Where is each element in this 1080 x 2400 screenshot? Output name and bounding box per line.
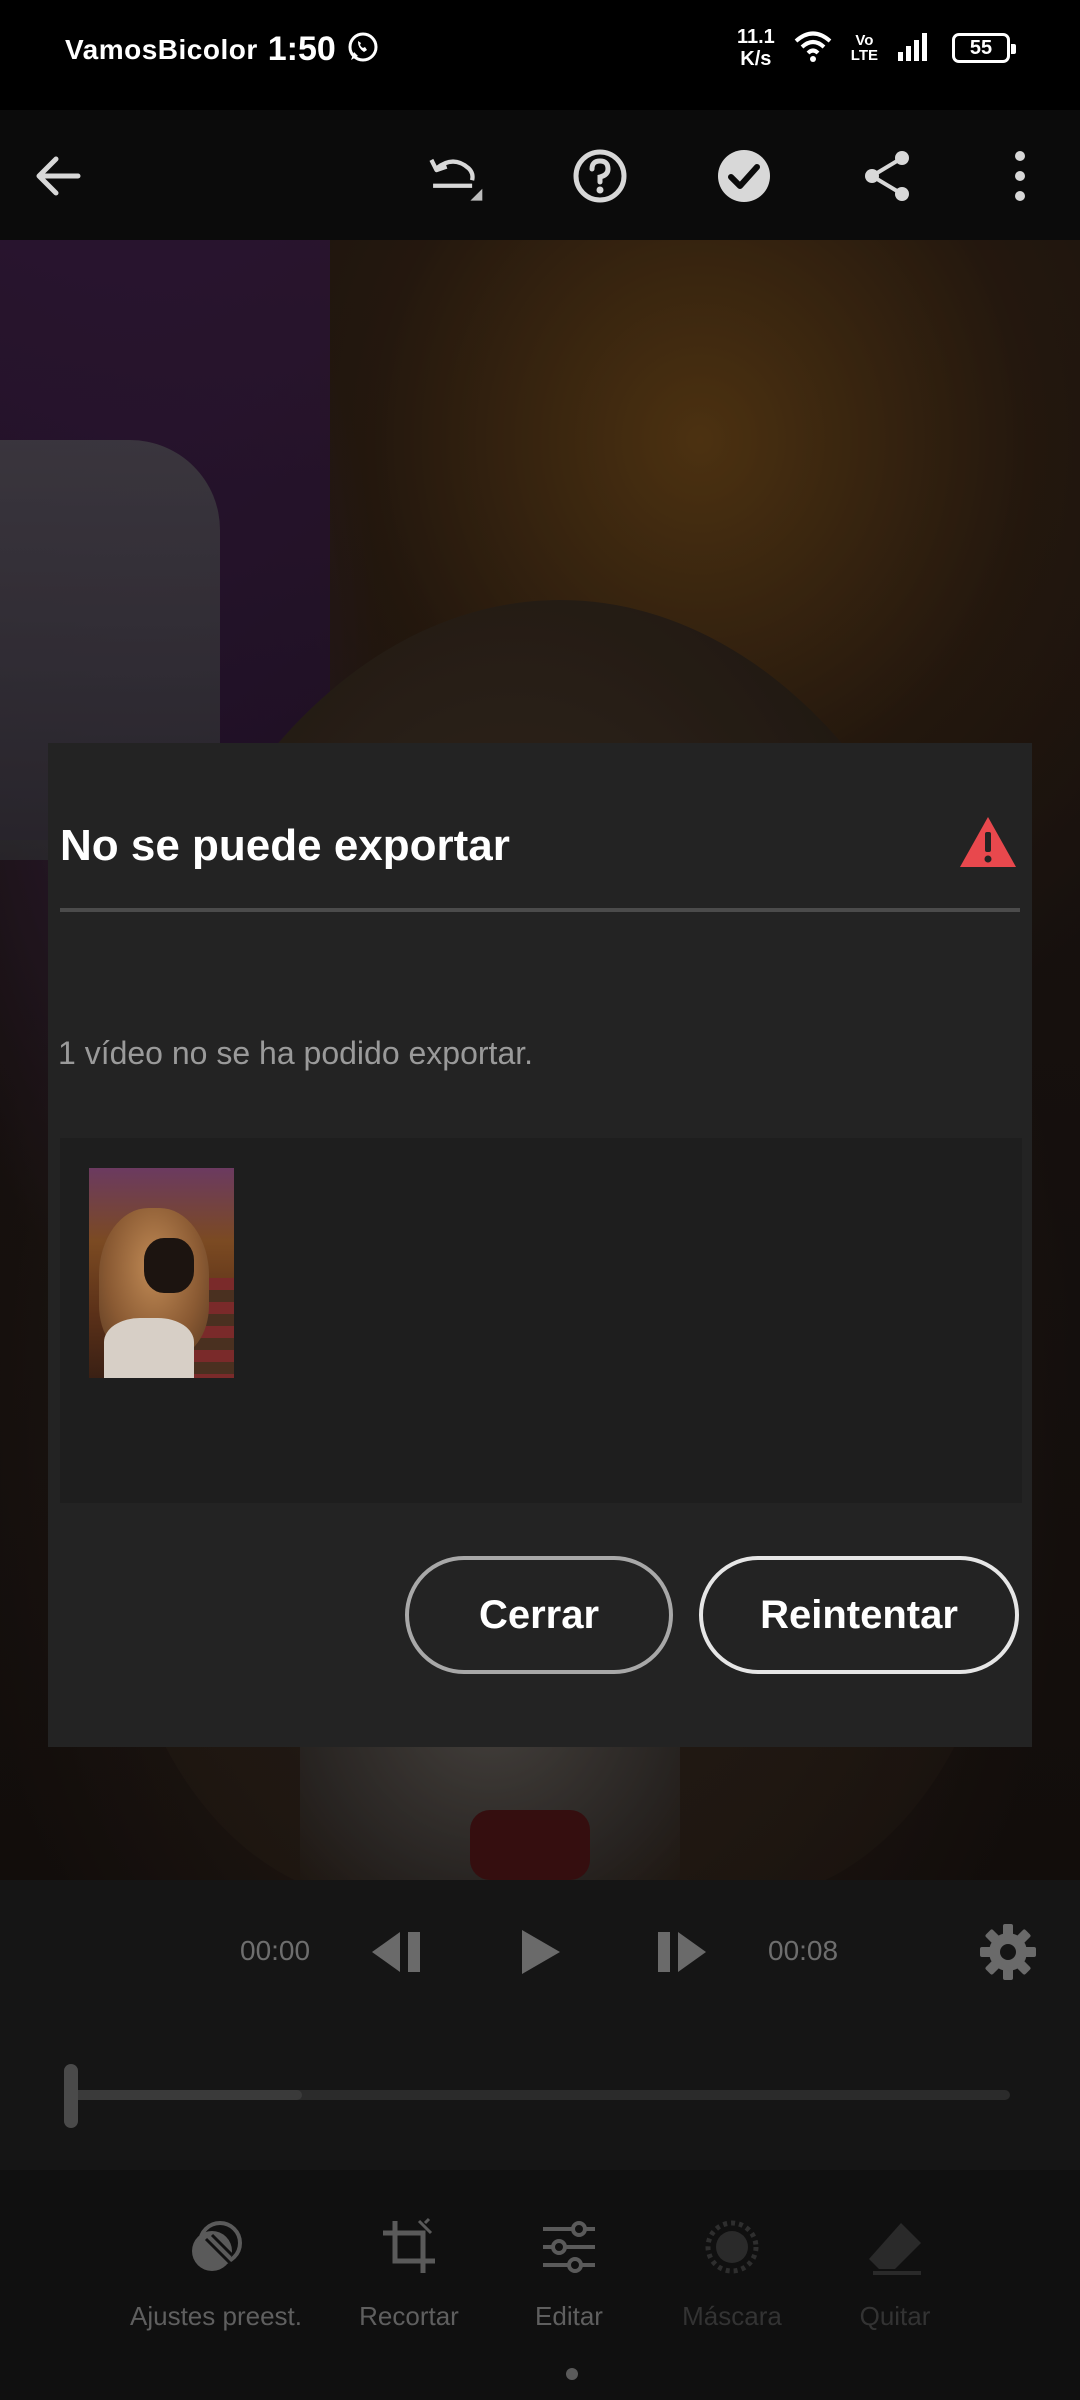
battery-icon: 55 (952, 33, 1016, 63)
warning-icon (958, 815, 1018, 869)
duration: 00:08 (768, 1935, 839, 1966)
status-left: VamosBicolor 1:50 (65, 30, 380, 69)
battery-level: 55 (969, 36, 993, 59)
help-icon[interactable] (572, 148, 628, 204)
video-player-controls: 00:00 00:08 (0, 1880, 1080, 2170)
dialog-divider (60, 908, 1020, 912)
thumbnail-dog-face (144, 1238, 194, 1293)
failed-video-thumbnail (89, 1168, 234, 1378)
next-frame-icon[interactable] (652, 1922, 712, 1982)
dialog-message: 1 vídeo no se ha podido exportar. (58, 1035, 534, 1071)
tool-remove: Quitar (795, 2215, 995, 2332)
volte-top: Vo (855, 32, 874, 49)
tool-label-remove: Quitar (859, 2301, 931, 2331)
scrubber-buffered (70, 2090, 302, 2100)
status-right: 11.1 K/s Vo LTE 55 (737, 26, 1016, 70)
clock: 1:50 (267, 30, 336, 68)
tool-label-mask: Máscara (682, 2301, 782, 2331)
mask-icon (700, 2215, 764, 2279)
back-arrow-icon[interactable] (30, 148, 86, 204)
speed-value: 11.1 (736, 26, 775, 48)
export-error-dialog: No se puede exportar 1 vídeo no se ha po… (48, 743, 1032, 1747)
bottom-tool-bar: Ajustes preest. Recortar Editar Máscara … (0, 2170, 1080, 2400)
failed-items-list (60, 1138, 1022, 1503)
speed-unit: K/s (740, 48, 772, 70)
top-toolbar (0, 110, 1080, 240)
signal-icon (896, 30, 934, 67)
close-button[interactable]: Cerrar (405, 1556, 673, 1674)
eraser-icon (863, 2215, 927, 2279)
network-speed: 11.1 K/s (737, 26, 775, 70)
status-bar: VamosBicolor 1:50 11.1 K/s Vo LTE 55 (0, 0, 1080, 110)
volte-indicator: Vo LTE (851, 33, 878, 63)
previous-frame-icon[interactable] (366, 1922, 426, 1982)
scrubber-handle[interactable] (64, 2064, 78, 2128)
whatsapp-icon (346, 30, 380, 69)
settings-gear-icon[interactable] (978, 1922, 1038, 1982)
page-indicator (566, 2368, 578, 2380)
volte-bottom: LTE (850, 47, 878, 64)
tool-label-edit: Editar (535, 2301, 603, 2331)
presets-icon (184, 2215, 248, 2279)
crop-icon (377, 2215, 441, 2279)
more-vertical-icon[interactable] (992, 148, 1048, 204)
play-icon[interactable] (510, 1922, 570, 1982)
sliders-icon (537, 2215, 601, 2279)
checkmark-icon[interactable] (716, 148, 772, 204)
dialog-title: No se puede exportar (60, 821, 510, 870)
undo-icon[interactable] (428, 148, 484, 204)
retry-button[interactable]: Reintentar (699, 1556, 1019, 1674)
tool-label-presets: Ajustes preest. (130, 2301, 302, 2331)
tool-presets[interactable]: Ajustes preest. (116, 2215, 316, 2332)
current-time: 00:00 (240, 1935, 311, 1966)
share-icon[interactable] (860, 148, 916, 204)
carrier-name: VamosBicolor (65, 33, 258, 65)
wifi-icon (793, 29, 833, 68)
tool-label-crop: Recortar (359, 2301, 459, 2331)
thumbnail-dog-chest (104, 1318, 194, 1378)
